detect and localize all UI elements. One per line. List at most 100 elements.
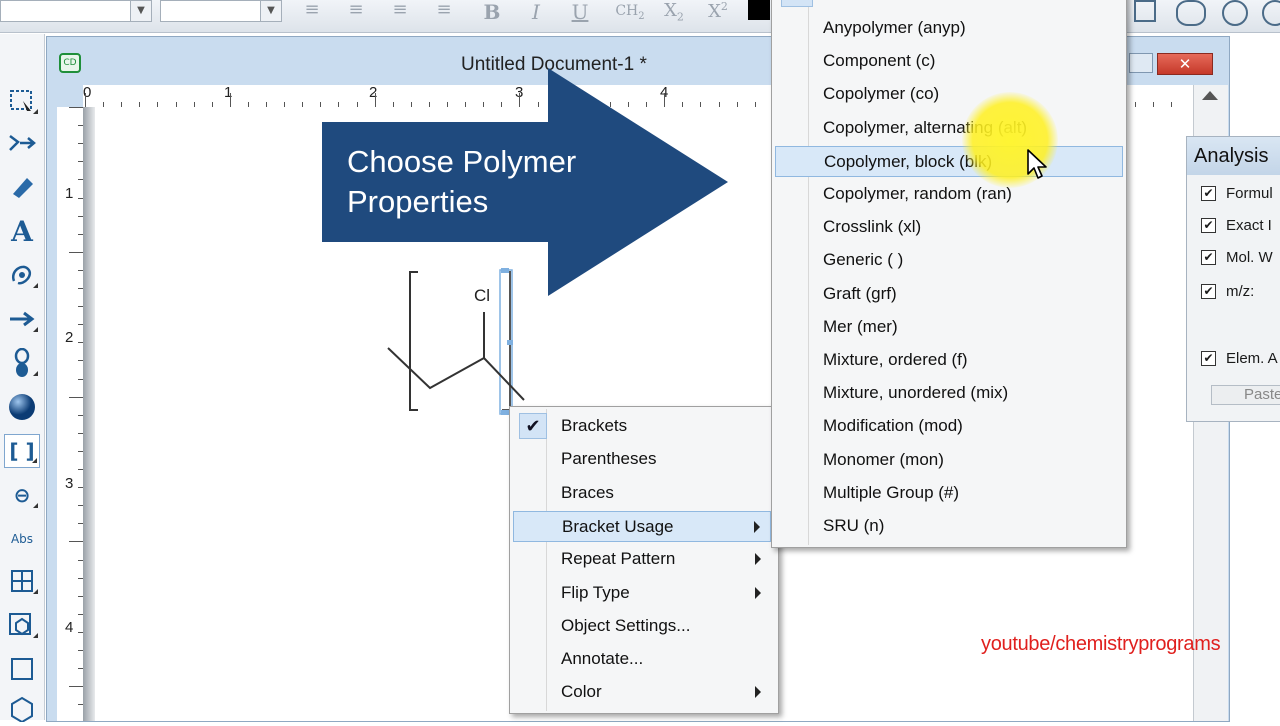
bracket-usage-item[interactable]: Copolymer, block (blk) [775, 145, 1123, 177]
ruler-tick [69, 251, 83, 253]
ch2-button[interactable]: CH2 [610, 0, 650, 24]
bracket-usage-item-label: Graft (grf) [823, 283, 897, 303]
align-left-icon[interactable]: ≡ [298, 0, 326, 24]
menu-item-cut[interactable] [775, 0, 1119, 9]
bracket-usage-item[interactable]: Anypolymer (anyp) [775, 13, 1123, 44]
color-swatch[interactable] [748, 0, 770, 20]
bracket-usage-item[interactable]: Mixture, ordered (f) [775, 345, 1123, 376]
callout-line-1: Choose Polymer [347, 144, 577, 179]
selection-handle[interactable] [501, 410, 509, 415]
model-icon[interactable] [1262, 0, 1280, 26]
context-menu-item-label: Color [561, 682, 602, 702]
bracket-usage-item[interactable]: Multiple Group (#) [775, 478, 1123, 509]
context-menu-item-label: Braces [561, 482, 614, 502]
template-tool-icon[interactable] [4, 608, 40, 642]
hexagon-tool-icon[interactable] [4, 692, 40, 726]
ch2-sub: 2 [638, 10, 645, 22]
table-tool-icon[interactable] [4, 564, 40, 598]
context-menu-item-label: Brackets [561, 416, 628, 435]
bracket-usage-item[interactable]: Copolymer (co) [775, 79, 1123, 110]
analysis-checkbox[interactable]: ✔ [1201, 351, 1216, 366]
italic-button[interactable]: I [522, 0, 550, 24]
bracket-usage-item[interactable]: SRU (n) [775, 511, 1123, 542]
context-menu-item[interactable]: Braces [513, 478, 771, 509]
align-center-icon[interactable]: ≡ [342, 0, 370, 24]
analysis-row-label: m/z: [1226, 283, 1255, 300]
context-menu-item[interactable]: Bracket Usage [513, 510, 771, 542]
bracket-usage-item[interactable]: Component (c) [775, 46, 1123, 77]
charge-tool-icon[interactable]: ⊖ [4, 478, 40, 512]
callout-line-2: Properties [347, 184, 489, 219]
bracket-usage-item[interactable]: Copolymer, random (ran) [775, 179, 1123, 210]
bracket-usage-item[interactable]: Generic ( ) [775, 245, 1123, 276]
context-menu-item[interactable]: ✔ Brackets [513, 411, 771, 442]
font-combo[interactable]: ▼ [0, 0, 152, 22]
bracket-usage-item[interactable]: Mixture, unordered (mix) [775, 378, 1123, 409]
eraser-icon[interactable] [4, 170, 40, 204]
analysis-checkbox[interactable]: ✔ [1201, 218, 1216, 233]
analysis-checkbox[interactable]: ✔ [1201, 186, 1216, 201]
orbital-tool-icon[interactable] [4, 346, 40, 380]
context-menu-item[interactable]: Flip Type [513, 578, 771, 609]
bracket-usage-item-label: Copolymer, random (ran) [823, 184, 1012, 203]
close-button[interactable]: ✕ [1157, 53, 1213, 75]
bracket-usage-item[interactable]: Crosslink (xl) [775, 212, 1123, 243]
pen-tool-icon[interactable] [4, 258, 40, 292]
subscript-button[interactable]: X2 [660, 0, 688, 24]
abs-tool-icon[interactable]: Abs [4, 522, 40, 556]
bracket-usage-item[interactable]: Modification (mod) [775, 411, 1123, 442]
analysis-checkbox[interactable]: ✔ [1201, 284, 1216, 299]
lasso-select-icon[interactable] [4, 84, 40, 118]
context-menu-item[interactable]: Repeat Pattern [513, 544, 771, 575]
selection-handle[interactable] [501, 268, 509, 273]
bracket-usage-item[interactable]: Copolymer, alternating (alt) [775, 113, 1123, 144]
flyout-indicator [33, 589, 38, 594]
context-menu-item-label: Flip Type [561, 582, 630, 602]
align-right-icon[interactable]: ≡ [386, 0, 414, 24]
mouse-pointer-icon [1027, 149, 1047, 179]
context-menu-item[interactable]: Parentheses [513, 444, 771, 475]
submenu-arrow-icon [755, 553, 761, 566]
chain-tool-icon[interactable] [4, 126, 40, 160]
polymer-backbone[interactable] [387, 347, 525, 401]
flyout-indicator [33, 633, 38, 638]
bracket-usage-item-label: Generic ( ) [823, 250, 904, 270]
ring-icon[interactable] [1222, 0, 1248, 26]
align-justify-icon[interactable]: ≡ [430, 0, 458, 24]
analysis-checkbox[interactable]: ✔ [1201, 250, 1216, 265]
table-icon[interactable] [1134, 0, 1156, 22]
orbital-icon[interactable] [1176, 0, 1206, 26]
atom-label-cl[interactable]: Cl [474, 286, 490, 306]
text-tool-icon[interactable]: A [4, 214, 40, 248]
bracket-usage-item[interactable]: Mer (mer) [775, 312, 1123, 343]
bracket-usage-item[interactable]: Graft (grf) [775, 279, 1123, 310]
superscript-button[interactable]: X2 [704, 0, 732, 24]
callout-text: Choose Polymer Properties [347, 142, 647, 222]
analysis-header[interactable]: Analysis [1187, 137, 1280, 175]
underline-button[interactable]: U [566, 0, 594, 24]
selected-indicator [781, 0, 813, 7]
chevron-down-icon[interactable]: ▼ [260, 1, 281, 21]
chevron-down-icon[interactable]: ▼ [130, 1, 151, 21]
size-combo[interactable]: ▼ [160, 0, 282, 22]
bracket-tool-icon[interactable]: [ ] [4, 434, 40, 468]
bracket-usage-item[interactable]: Monomer (mon) [775, 445, 1123, 476]
sphere-tool-icon[interactable] [4, 390, 40, 424]
scroll-up-icon[interactable] [1202, 91, 1218, 100]
bold-button[interactable]: B [478, 0, 506, 24]
polymer-structure[interactable] [380, 262, 540, 422]
rectangle-tool-icon[interactable] [4, 652, 40, 686]
analysis-row-label: Elem. A [1226, 350, 1278, 367]
check-icon: ✔ [519, 413, 547, 439]
tool-palette: A [ ] ⊖ Abs [0, 34, 45, 722]
restore-button[interactable] [1129, 53, 1153, 73]
selection-handle[interactable] [507, 340, 513, 345]
context-menu-item[interactable]: Color [513, 677, 771, 708]
left-bracket[interactable] [409, 271, 418, 411]
context-menu-item[interactable]: Annotate... [513, 644, 771, 675]
context-menu-item[interactable]: Object Settings... [513, 611, 771, 642]
close-icon: ✕ [1178, 55, 1192, 73]
arrow-tool-icon[interactable] [4, 302, 40, 336]
chemdraw-doc-icon: CD [59, 53, 81, 73]
paste-button[interactable]: Paste [1211, 385, 1280, 405]
